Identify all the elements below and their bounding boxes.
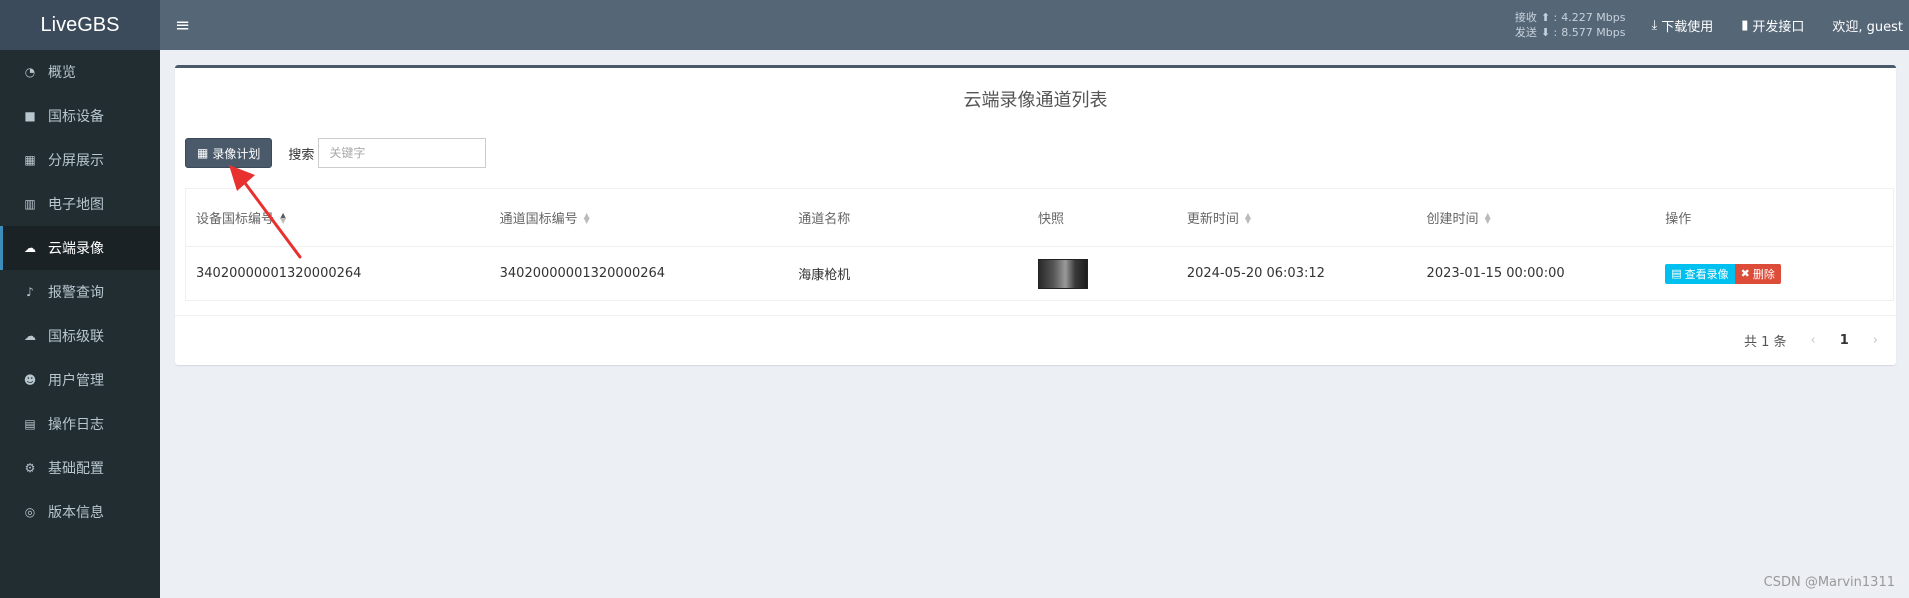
sidebar-item-3[interactable]: ▦ 分屏展示 [0, 138, 160, 182]
app-logo[interactable]: LiveGBS [0, 0, 160, 50]
sidebar-item-4[interactable]: ▥ 电子地图 [0, 182, 160, 226]
watermark: CSDN @Marvin1311 [1763, 575, 1895, 590]
channel-table: 设备国标编号 ▲ ▼ 通道国标编号 ▲ ▼ 通道名称 快照 更新时间 ▲ ▼ 创建时间 ▲ ▼ … [185, 188, 1894, 301]
book-icon: ▮ [1741, 17, 1749, 33]
sort-icon: ▲ ▼ [1484, 210, 1491, 225]
sidebar-item-5[interactable]: ☁ 云端录像 [0, 226, 160, 270]
close-icon: ✖ [1740, 267, 1750, 280]
col-channel-id[interactable]: 通道国标编号 ▲ ▼ [490, 208, 789, 227]
dashboard-icon: ◔ [24, 65, 36, 79]
download-link[interactable]: ⤓ 下载使用 [1651, 16, 1713, 35]
sort-icon: ▲ ▼ [1244, 210, 1251, 225]
cell-snapshot [1028, 258, 1177, 289]
cell-created: 2023-01-15 00:00:00 [1426, 266, 1565, 281]
prev-page-button[interactable]: ‹ [1811, 333, 1816, 348]
sidebar-item-label: 用户管理 [48, 373, 104, 389]
cloud-upload-icon: ☁ [24, 329, 36, 343]
sidebar-item-label: 云端录像 [48, 241, 104, 257]
download-icon: ⤓ [1651, 17, 1658, 33]
file-video-icon: ▤ [1671, 267, 1682, 280]
sidebar-item-label: 版本信息 [48, 505, 104, 521]
receive-rate: 接收 ⬆ :4.227 Mbps [1514, 11, 1626, 24]
top-navbar: ≡ 接收 ⬆ :4.227 Mbps 发送 ⬇ :8.577 Mbps ⤓ 下载使用 … [160, 0, 1909, 50]
sidebar-item-8[interactable]: ☻ 用户管理 [0, 358, 160, 402]
sidebar-item-11[interactable]: ◎ 版本信息 [0, 490, 160, 534]
next-page-button[interactable]: › [1873, 333, 1878, 348]
total-count: 共 1 条 [1744, 335, 1787, 350]
col-created[interactable]: 创建时间 ▲ ▼ [1417, 208, 1656, 227]
sidebar: LiveGBS ◔ 概览 ■ 国标设备 ▦ 分屏展示 ▥ 电子地图 ☁ 云端录像 ♪ 报警查询 ☁ 国标级… [0, 0, 160, 598]
table-header: 设备国标编号 ▲ ▼ 通道国标编号 ▲ ▼ 通道名称 快照 更新时间 ▲ ▼ 创建时间 ▲ ▼ … [186, 189, 1893, 247]
sidebar-item-label: 概览 [48, 65, 76, 81]
grid-icon: ▦ [24, 153, 36, 167]
delete-button[interactable]: ✖ 删除 [1734, 263, 1781, 284]
file-icon: ▤ [24, 417, 36, 431]
sidebar-item-10[interactable]: ⚙ 基础配置 [0, 446, 160, 490]
sidebar-nav: ◔ 概览 ■ 国标设备 ▦ 分屏展示 ▥ 电子地图 ☁ 云端录像 ♪ 报警查询 ☁ 国标级联 ☻ 用户管理 ▤ 操… [0, 50, 160, 534]
col-actions: 操作 [1665, 212, 1692, 227]
table-row: 34020000001320000264 3402000000132000026… [186, 247, 1893, 300]
navbar-right: 接收 ⬆ :4.227 Mbps 发送 ⬇ :8.577 Mbps ⤓ 下载使用 ▮ 开… [1515, 0, 1909, 50]
users-icon: ☻ [23, 373, 37, 387]
sidebar-item-2[interactable]: ■ 国标设备 [0, 94, 160, 138]
send-rate: 发送 ⬇ :8.577 Mbps [1514, 26, 1626, 39]
sidebar-item-6[interactable]: ♪ 报警查询 [0, 270, 160, 314]
cell-channel-id: 34020000001320000264 [499, 266, 666, 281]
sidebar-item-9[interactable]: ▤ 操作日志 [0, 402, 160, 446]
col-channel-name: 通道名称 [798, 212, 851, 227]
sidebar-item-label: 操作日志 [48, 417, 104, 433]
bell-icon: ♪ [26, 285, 34, 299]
toolbar: ▦ 录像计划 搜索 [185, 138, 487, 168]
api-docs-link[interactable]: ▮ 开发接口 [1741, 16, 1804, 35]
sidebar-item-7[interactable]: ☁ 国标级联 [0, 314, 160, 358]
sidebar-item-label: 国标级联 [48, 329, 104, 345]
snapshot-thumbnail[interactable] [1038, 258, 1088, 289]
view-recording-button[interactable]: ▤ 查看录像 [1665, 263, 1735, 284]
search-input[interactable] [318, 138, 487, 168]
cell-channel-name: 海康枪机 [798, 268, 851, 283]
arrow-up-icon: ⬆ : [1540, 11, 1558, 24]
pagination: 共 1 条 ‹ 1 › [1744, 331, 1878, 350]
cell-updated: 2024-05-20 06:03:12 [1186, 266, 1325, 281]
sort-icon: ▲ ▼ [583, 210, 590, 225]
sidebar-item-1[interactable]: ◔ 概览 [0, 50, 160, 94]
record-channel-panel: 云端录像通道列表 ▦ 录像计划 搜索 设备国标编号▲▼ 通道国标编号▲▼ 通道名… [175, 65, 1896, 365]
life-ring-icon: ◎ [24, 505, 36, 519]
page-title: 云端录像通道列表 [963, 90, 1108, 111]
sidebar-item-label: 国标设备 [48, 109, 104, 125]
map-icon: ▥ [24, 197, 36, 211]
sidebar-item-label: 电子地图 [48, 197, 104, 213]
video-camera-icon: ■ [24, 109, 36, 123]
user-menu[interactable]: 欢迎, guest [1832, 16, 1903, 35]
divider [175, 315, 1896, 316]
sidebar-item-label: 报警查询 [48, 285, 104, 301]
search-label: 搜索 [288, 147, 315, 163]
cell-device-id: 34020000001320000264 [196, 266, 362, 281]
annotation-arrow-icon [229, 165, 302, 259]
cloud-icon: ☁ [24, 241, 36, 255]
sidebar-item-label: 分屏展示 [48, 153, 104, 169]
col-updated[interactable]: 更新时间 ▲ ▼ [1177, 208, 1417, 227]
arrow-down-icon: ⬇ : [1540, 26, 1558, 39]
col-snapshot: 快照 [1038, 212, 1065, 227]
gears-icon: ⚙ [24, 461, 36, 475]
record-plan-button[interactable]: ▦ 录像计划 [185, 138, 273, 168]
sidebar-toggle-icon[interactable]: ≡ [160, 0, 205, 50]
calendar-icon: ▦ [197, 146, 209, 160]
cell-actions: ▤ 查看录像 ✖ 删除 [1655, 263, 1893, 284]
bandwidth-indicator: 接收 ⬆ :4.227 Mbps 发送 ⬇ :8.577 Mbps [1515, 10, 1626, 40]
sidebar-item-label: 基础配置 [48, 461, 104, 477]
page-1-button[interactable]: 1 [1840, 333, 1849, 348]
